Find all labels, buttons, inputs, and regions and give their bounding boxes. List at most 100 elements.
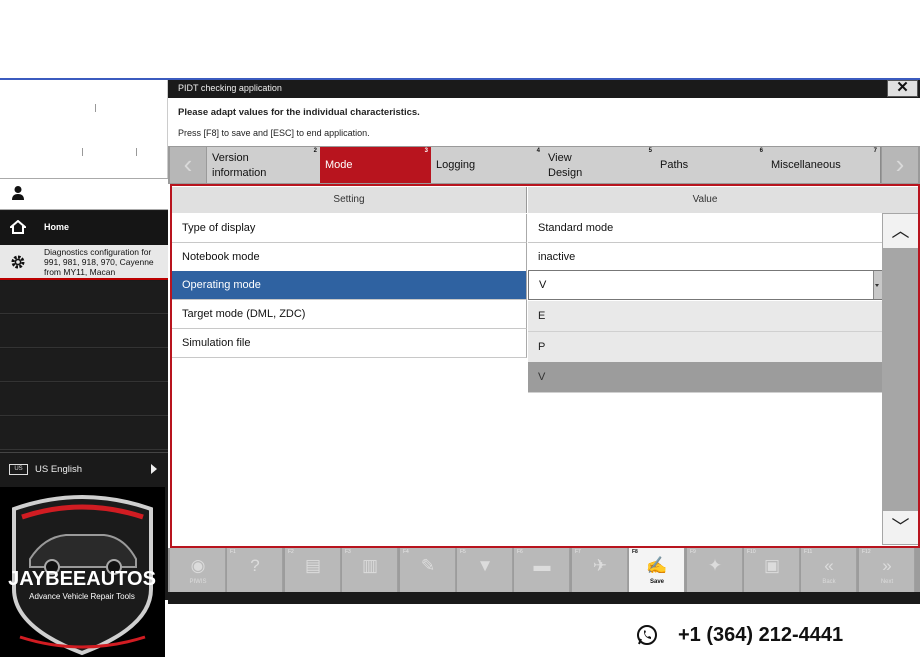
dropdown-option-p[interactable]: P <box>528 332 882 363</box>
diag-icon: ✦ <box>707 556 723 575</box>
fkey-button[interactable]: F7 ✈ <box>572 548 628 592</box>
tab-number: 3 <box>424 148 428 154</box>
bottom-strip <box>168 592 920 604</box>
tab-view-design[interactable]: View Design 5 <box>543 147 656 183</box>
fkey-button[interactable]: F2 ▤ <box>285 548 341 592</box>
fkey-button[interactable]: F8 ✍ Save <box>629 548 685 592</box>
logo-shield-icon: JAYBEEAUTOS Advance Vehicle Repair Tools <box>8 495 156 656</box>
tab-version-information[interactable]: Version information 2 <box>207 147 321 183</box>
tab-label: View Design <box>548 152 583 179</box>
fkey-button[interactable]: F4 ✎ <box>400 548 456 592</box>
logo-brand-text: JAYBEEAUTOS <box>8 568 156 590</box>
next-icon: » <box>882 556 892 575</box>
contact-phone: +1 (364) 212-4441 <box>678 624 844 646</box>
fkey-number: F2 <box>288 549 294 555</box>
table-row-value[interactable]: Standard mode <box>528 214 882 243</box>
save-icon: ✍ <box>646 556 668 575</box>
table-row-setting-selected[interactable]: Operating mode <box>172 271 527 300</box>
tab-number: 5 <box>648 148 652 154</box>
sidebar-item-diagnostics-label: Diagnostics configuration for 991, 981, … <box>44 247 154 277</box>
tab-miscellaneous[interactable]: Miscellaneous 7 <box>766 147 881 183</box>
chevron-right-icon <box>151 464 157 474</box>
fkey-number: F3 <box>345 549 351 555</box>
fkey-number: F7 <box>575 549 581 555</box>
scrollbar-header <box>882 187 918 213</box>
chevron-down-icon <box>875 284 879 287</box>
instruction-text: Please adapt values for the individual c… <box>178 107 420 118</box>
column-header-value: Value <box>528 187 882 213</box>
chart-icon: ▥ <box>361 556 379 575</box>
sidebar-item-home-label: Home <box>44 222 70 232</box>
brand-logo: JAYBEEAUTOS Advance Vehicle Repair Tools <box>0 487 165 657</box>
sidebar-user-row[interactable] <box>0 178 168 210</box>
list-icon: ▬ <box>533 556 551 575</box>
flag-icon: US <box>9 464 28 475</box>
scroll-down-icon[interactable]: ﹀ <box>883 511 918 544</box>
fkey-number: F9 <box>690 549 696 555</box>
fkey-button[interactable]: F6 ▬ <box>514 548 570 592</box>
tab-paths[interactable]: Paths 6 <box>655 147 767 183</box>
sidebar-empty-slot <box>0 349 168 382</box>
tab-label: Logging <box>436 159 476 171</box>
back-icon: « <box>824 556 834 575</box>
table-row-setting[interactable]: Notebook mode <box>172 243 527 272</box>
fkey-button[interactable]: F9 ✦ <box>687 548 743 592</box>
fkey-label: Save <box>649 579 664 585</box>
sidebar-header <box>0 80 168 178</box>
fkey-button[interactable]: F12 » Next <box>859 548 915 592</box>
fkey-number: F6 <box>517 549 523 555</box>
edit-icon: ✎ <box>420 556 436 575</box>
fkey-label: PIWIS <box>189 579 207 585</box>
table-row-setting[interactable]: Type of display <box>172 214 527 243</box>
instruction-subtext: Press [F8] to save and [ESC] to end appl… <box>178 128 370 138</box>
close-button[interactable]: ✕ <box>887 80 918 97</box>
home-icon <box>10 220 26 234</box>
chat-icon: ◉ <box>190 556 206 575</box>
fkey-number: F12 <box>862 549 871 555</box>
tab-number: 4 <box>536 148 540 154</box>
tab-number: 7 <box>873 148 877 154</box>
tab-logging[interactable]: Logging 4 <box>431 147 544 183</box>
tab-scroll-left-icon[interactable]: ‹ <box>170 147 206 183</box>
column-header-setting: Setting <box>172 187 527 213</box>
tab-scroll-right-icon[interactable]: › <box>882 147 918 183</box>
fkey-button[interactable]: ◉ PIWIS <box>170 548 226 592</box>
table-row-setting[interactable]: Simulation file <box>172 329 527 358</box>
tab-number: 6 <box>759 148 763 154</box>
tab-label: Paths <box>660 159 689 171</box>
tab-label: Miscellaneous <box>771 159 841 171</box>
fkey-number: F1 <box>230 549 236 555</box>
table-row-setting[interactable]: Target mode (DML, ZDC) <box>172 300 527 329</box>
fkey-button[interactable]: F3 ▥ <box>342 548 398 592</box>
tool-icon: ✈ <box>592 556 608 575</box>
print-icon: ▣ <box>763 556 781 575</box>
dropdown-option-v[interactable]: V <box>528 362 882 393</box>
fkey-number: F4 <box>403 549 409 555</box>
fkey-button[interactable]: F10 ▣ <box>744 548 800 592</box>
sidebar-empty-slot <box>0 417 168 450</box>
fkey-number: F5 <box>460 549 466 555</box>
fkey-number: F11 <box>804 549 813 555</box>
fkey-button[interactable]: F5 ▼ <box>457 548 513 592</box>
filter-icon: ▼ <box>476 556 494 575</box>
dropdown-option-e[interactable]: E <box>528 301 882 332</box>
tab-mode[interactable]: Mode 3 <box>320 147 432 183</box>
language-label: US English <box>35 464 82 475</box>
sidebar-empty-slot <box>0 383 168 416</box>
table-row-value[interactable]: inactive <box>528 243 882 272</box>
sidebar-empty-slot <box>0 315 168 348</box>
fkey-label: Back <box>822 579 836 585</box>
operating-mode-select[interactable]: V <box>528 270 882 300</box>
screen-icon: ▤ <box>304 556 322 575</box>
fkey-number: F8 <box>632 549 638 555</box>
fkey-label: Next <box>880 579 894 585</box>
gear-icon <box>11 255 25 269</box>
scroll-up-icon[interactable]: ︿ <box>883 214 918 248</box>
fkey-number: F10 <box>747 549 756 555</box>
fkey-button[interactable]: F1? <box>227 548 283 592</box>
sidebar-empty-slot <box>0 281 168 314</box>
user-icon <box>12 186 24 200</box>
tab-label: Mode <box>325 159 353 171</box>
tab-label: Version information <box>212 152 267 179</box>
fkey-button[interactable]: F11 « Back <box>801 548 857 592</box>
